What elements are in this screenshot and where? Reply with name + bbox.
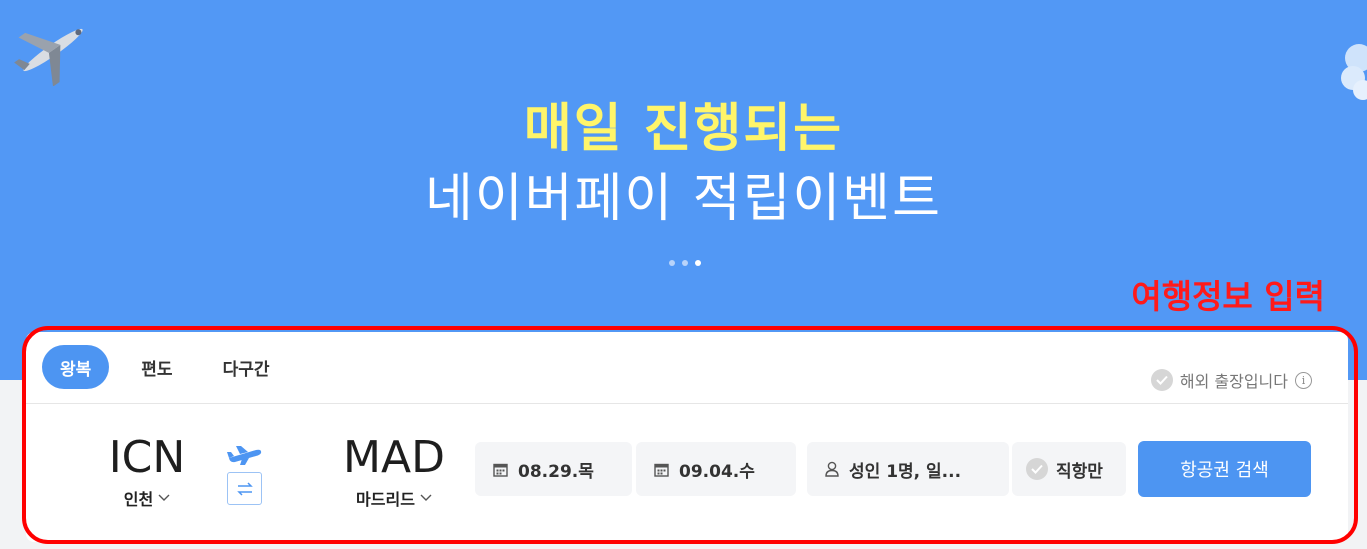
trip-type-tabs: 왕복 편도 다구간 — [42, 345, 287, 389]
tab-multi-city[interactable]: 다구간 — [205, 345, 288, 389]
arrival-airport-selector[interactable]: MAD 마드리드 — [304, 432, 484, 510]
carousel-dot[interactable] — [669, 260, 675, 266]
arrival-code: MAD — [343, 432, 445, 483]
return-date-value: 09.04.수 — [679, 461, 755, 482]
check-icon — [1026, 458, 1048, 480]
carousel-dot[interactable] — [682, 260, 688, 266]
departure-date-value: 08.29.목 — [518, 461, 594, 482]
departure-airport-selector[interactable]: ICN 인천 — [72, 432, 222, 510]
check-icon — [1150, 369, 1173, 391]
chevron-down-icon — [420, 494, 432, 501]
calendar-icon — [654, 463, 669, 477]
return-date-field[interactable]: 09.04.수 — [636, 442, 796, 496]
carousel-dot-active[interactable] — [695, 260, 701, 266]
airplane-icon — [14, 28, 83, 86]
search-flights-button[interactable]: 항공권 검색 — [1138, 441, 1311, 497]
passenger-value: 성인 1명, 일... — [849, 461, 962, 482]
airplane-takeoff-icon — [227, 446, 262, 465]
promo-banner[interactable]: 매일 진행되는 네이버페이 적립이벤트 여행정보 입력 — [0, 0, 1367, 380]
banner-subheadline: 네이버페이 적립이벤트 — [425, 169, 942, 229]
swap-icon — [236, 481, 253, 496]
tab-one-way[interactable]: 편도 — [123, 345, 190, 389]
swap-airports-button[interactable] — [227, 472, 262, 505]
carousel-indicator — [669, 260, 701, 266]
business-trip-toggle[interactable]: 해외 출장입니다 i — [1150, 368, 1312, 392]
passenger-selector[interactable]: 성인 1명, 일... — [807, 442, 1009, 496]
person-icon — [825, 461, 839, 477]
chevron-down-icon — [158, 494, 170, 501]
tab-round-trip[interactable]: 왕복 — [42, 345, 110, 389]
departure-city-label: 인천 — [123, 490, 154, 509]
departure-code: ICN — [108, 432, 186, 483]
info-icon[interactable]: i — [1295, 371, 1312, 389]
divider — [26, 403, 1348, 404]
arrival-city-label: 마드리드 — [356, 490, 415, 509]
calendar-icon — [493, 463, 508, 477]
direct-flight-toggle[interactable]: 직항만 — [1012, 442, 1126, 496]
departure-date-field[interactable]: 08.29.목 — [475, 442, 632, 496]
arrival-city: 마드리드 — [304, 486, 484, 510]
annotation-label: 여행정보 입력 — [1131, 277, 1325, 316]
departure-city: 인천 — [72, 486, 222, 510]
direct-flight-label: 직항만 — [1056, 461, 1103, 482]
banner-headline: 매일 진행되는 — [523, 99, 844, 159]
business-trip-label: 해외 출장입니다 — [1179, 372, 1288, 391]
flight-search-panel: 왕복 편도 다구간 해외 출장입니다 i ICN 인천 MAD 마드리드 08.… — [26, 332, 1348, 542]
